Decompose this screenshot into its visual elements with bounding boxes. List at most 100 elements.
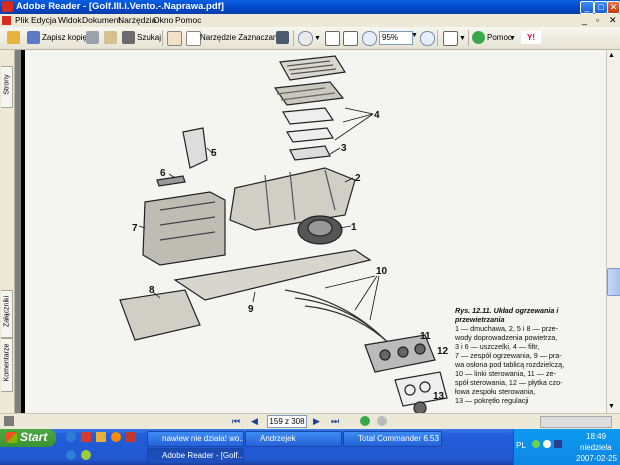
language-indicator[interactable]: PL — [516, 441, 526, 450]
menu-document[interactable]: Dokument — [82, 15, 121, 25]
first-page-icon[interactable]: ⏮ — [232, 416, 240, 427]
close-button[interactable]: ✕ — [607, 1, 620, 14]
quicklaunch-icon[interactable] — [96, 432, 106, 442]
save-icon[interactable] — [27, 31, 40, 44]
quicklaunch-icon[interactable] — [66, 450, 76, 460]
tab-pages[interactable]: Strony — [1, 66, 13, 108]
quicklaunch-icon[interactable] — [111, 432, 121, 442]
go-back-icon[interactable] — [360, 416, 370, 426]
callout-8: 8 — [149, 285, 155, 296]
document-icon — [2, 16, 11, 25]
menu-edit[interactable]: Edycja — [31, 15, 57, 25]
quicklaunch-icon[interactable] — [81, 450, 91, 460]
caption-line: wa osłona pod tablicą rozdzielczą, — [455, 360, 565, 369]
doc-close-button[interactable]: ✕ — [609, 15, 617, 26]
callout-5: 5 — [211, 148, 217, 159]
select-tool-button[interactable]: Narzędzie Zaznaczanie — [200, 33, 284, 42]
fit-page-icon[interactable] — [343, 31, 358, 46]
status-bar — [0, 413, 620, 430]
callout-11: 11 — [420, 331, 431, 342]
menu-bar: Plik Edycja Widok Dokument Narzędzia Okn… — [0, 14, 620, 28]
page-layout-icon[interactable] — [443, 31, 458, 46]
last-page-icon[interactable]: ⏭ — [331, 416, 339, 427]
binoculars-icon[interactable] — [122, 31, 135, 44]
zoom-dropdown-icon[interactable]: ▼ — [411, 32, 418, 39]
task-button[interactable]: Total Commander 6.53 — [343, 431, 442, 447]
toolbar-separator — [162, 30, 163, 46]
caption-line: łowa zespołu sterowania, — [455, 387, 536, 396]
scrollbar-thumb[interactable] — [607, 268, 620, 296]
toolbar-separator — [293, 30, 294, 46]
start-button[interactable]: Start — [0, 429, 56, 447]
callout-10: 10 — [376, 266, 388, 277]
callout-2: 2 — [355, 173, 361, 184]
snapshot-icon[interactable] — [276, 31, 289, 44]
ie-icon[interactable] — [66, 432, 76, 442]
hand-tool-icon[interactable] — [167, 31, 182, 46]
menu-file[interactable]: Plik — [15, 15, 29, 25]
page-layout-buttons[interactable] — [540, 416, 612, 428]
open-folder-icon[interactable] — [7, 31, 20, 44]
clock-date: 2007-02-25 — [576, 454, 617, 463]
tab-comments[interactable]: Komentarze — [1, 338, 13, 392]
zoom-plus-icon[interactable] — [420, 31, 435, 46]
go-forward-icon[interactable] — [377, 416, 387, 426]
menu-window[interactable]: Okno — [153, 15, 173, 25]
quicklaunch-icon[interactable] — [126, 432, 136, 442]
menu-view[interactable]: Widok — [58, 15, 82, 25]
previous-page-icon[interactable]: ◀ — [251, 416, 258, 427]
tray-icon[interactable] — [543, 440, 551, 448]
save-copy-button[interactable]: Zapisz kopię — [42, 33, 87, 42]
email-icon[interactable] — [104, 31, 117, 44]
zoom-input[interactable]: 95% — [379, 31, 413, 45]
task-button-active[interactable]: Adobe Reader - [Golf... — [147, 448, 244, 464]
doc-restore-button[interactable]: ▫ — [596, 15, 599, 25]
title-bar: Adobe Reader - [Golf.III.i.Vento.-.Napra… — [0, 0, 620, 14]
adobe-reader-icon — [2, 1, 13, 12]
yahoo-icon[interactable]: Y! — [521, 31, 541, 44]
callout-7: 7 — [132, 223, 138, 234]
quicklaunch-icon[interactable] — [81, 432, 91, 442]
callout-1: 1 — [351, 222, 357, 233]
caption-line: wody doprowadzenia powietrza, — [455, 333, 558, 342]
caption-line: 1 — dmuchawa, 2, 5 i 8 — prze- — [455, 324, 559, 333]
caption-line: 7 — zespół ogrzewania, 9 — pra- — [455, 351, 562, 360]
layout-dropdown-icon[interactable]: ▼ — [459, 35, 466, 42]
scroll-up-icon[interactable]: ▲ — [608, 52, 615, 59]
callout-9: 9 — [248, 304, 254, 315]
select-tool-icon[interactable] — [186, 31, 201, 46]
windows-logo-icon — [6, 432, 17, 443]
zoom-in-icon[interactable] — [298, 31, 313, 46]
doc-minimize-button[interactable]: _ — [582, 15, 587, 25]
tray-icon[interactable] — [554, 440, 562, 448]
minimize-button[interactable]: _ — [580, 1, 594, 14]
search-button[interactable]: Szukaj — [137, 33, 161, 42]
next-page-icon[interactable]: ▶ — [313, 416, 320, 427]
vertical-scrollbar[interactable] — [606, 50, 620, 413]
tab-attachments[interactable]: Załączniki — [1, 290, 13, 338]
chevron-down-icon[interactable]: ▼ — [314, 35, 321, 42]
scroll-down-icon[interactable]: ▼ — [608, 403, 615, 410]
help-dropdown-icon[interactable]: ▼ — [509, 35, 516, 42]
actual-size-icon[interactable] — [325, 31, 340, 46]
clock-time[interactable]: 18:49 — [586, 432, 606, 441]
task-button[interactable]: Andrzejek — [245, 431, 342, 447]
callout-13: 13 — [433, 391, 445, 402]
help-icon[interactable] — [472, 31, 485, 44]
toolbar-separator — [468, 30, 469, 46]
start-label: Start — [20, 430, 48, 444]
menu-help[interactable]: Pomoc — [175, 15, 201, 25]
zoom-out-icon[interactable] — [362, 31, 377, 46]
menu-tools[interactable]: Narzędzia — [118, 15, 156, 25]
panel-toggle-icon[interactable] — [4, 416, 14, 426]
print-icon[interactable] — [86, 31, 99, 44]
caption-line: 13 — pokrętło regulacji — [455, 396, 529, 405]
pdf-page: 4 3 2 1 5 6 7 8 9 10 11 12 13 Rys. 12.11… — [25, 50, 606, 413]
window-title: Adobe Reader - [Golf.III.i.Vento.-.Napra… — [16, 1, 224, 12]
tray-icon[interactable] — [532, 440, 540, 448]
task-button[interactable]: nawiew nie działa! wo... — [147, 431, 244, 447]
page-number-field[interactable]: 159 z 308 — [267, 415, 307, 428]
maximize-button[interactable]: □ — [594, 1, 608, 14]
document-view[interactable]: 4 3 2 1 5 6 7 8 9 10 11 12 13 Rys. 12.11… — [15, 50, 606, 413]
toolbar-separator — [437, 30, 438, 46]
